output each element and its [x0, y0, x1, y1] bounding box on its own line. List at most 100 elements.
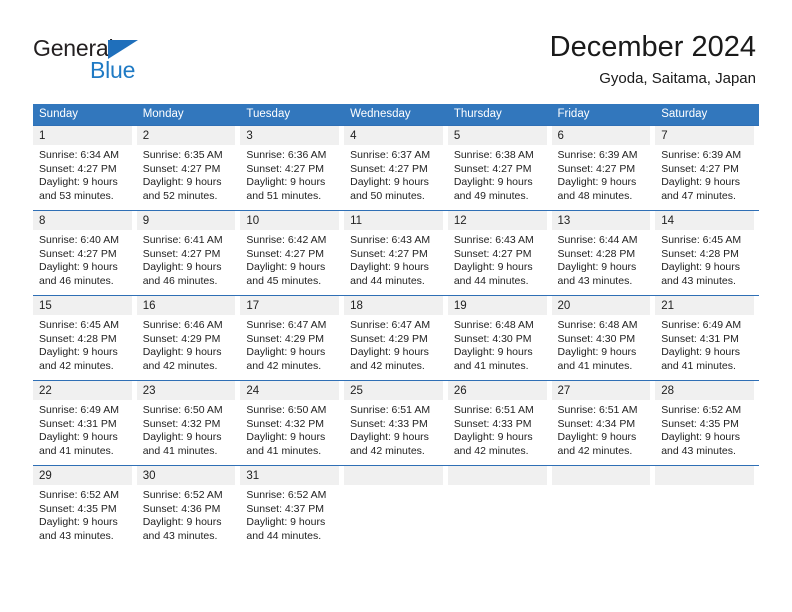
calendar-day-cell[interactable]: 10 Sunrise: 6:42 AM Sunset: 4:27 PM Dayligh… — [240, 210, 345, 296]
calendar-day-cell[interactable]: 14 Sunrise: 6:45 AM Sunset: 4:28 PM Dayligh… — [655, 210, 759, 296]
sunrise-text: Sunrise: 6:50 AM — [246, 404, 327, 416]
calendar-day-cell[interactable]: 28 Sunrise: 6:52 AM Sunset: 4:35 PM Dayligh… — [655, 380, 759, 466]
calendar-day-cell[interactable]: 6 Sunrise: 6:39 AM Sunset: 4:27 PM Daylight… — [551, 125, 656, 211]
day-cell-details: Sunrise: 6:51 AM Sunset: 4:33 PM Daylight:… — [448, 400, 552, 458]
calendar-day-cell[interactable]: 11 Sunrise: 6:43 AM Sunset: 4:27 PM Dayligh… — [344, 210, 448, 296]
daylight-text: Daylight: 9 hours and 41 minutes. — [142, 431, 222, 457]
sunrise-text: Sunrise: 6:39 AM — [661, 149, 742, 161]
day-number — [655, 466, 754, 485]
day-cell-inner — [551, 466, 656, 550]
sunset-text: Sunset: 4:27 PM — [661, 162, 739, 175]
day-cell-inner — [447, 466, 552, 550]
calendar-week-row: 29 Sunrise: 6:52 AM Sunset: 4:35 PM Dayligh… — [33, 465, 759, 550]
sunrise-text: Sunrise: 6:47 AM — [350, 319, 431, 331]
day-cell-details: Sunrise: 6:44 AM Sunset: 4:28 PM Daylight:… — [552, 230, 656, 288]
calendar-day-cell[interactable]: 25 Sunrise: 6:51 AM Sunset: 4:33 PM Dayligh… — [344, 380, 448, 466]
day-number: 10 — [240, 211, 340, 230]
calendar-day-cell[interactable]: 24 Sunrise: 6:50 AM Sunset: 4:32 PM Dayligh… — [240, 380, 345, 466]
day-cell-details: Sunrise: 6:52 AM Sunset: 4:35 PM Daylight:… — [33, 485, 137, 543]
calendar-day-cell[interactable]: 22 Sunrise: 6:49 AM Sunset: 4:31 PM Dayligh… — [33, 380, 137, 466]
calendar-day-cell[interactable]: 2 Sunrise: 6:35 AM Sunset: 4:27 PM Daylight… — [136, 125, 241, 211]
daylight-text: Daylight: 9 hours and 41 minutes. — [246, 431, 326, 457]
calendar-week-row: 8 Sunrise: 6:40 AM Sunset: 4:27 PM Daylight… — [33, 210, 759, 296]
sunrise-text: Sunrise: 6:51 AM — [453, 404, 534, 416]
day-cell-inner: 9 Sunrise: 6:41 AM Sunset: 4:27 PM Daylight… — [136, 211, 241, 295]
daylight-text: Daylight: 9 hours and 43 minutes. — [661, 261, 741, 287]
day-cell-inner: 26 Sunrise: 6:51 AM Sunset: 4:33 PM Dayligh… — [447, 381, 552, 465]
daylight-text: Daylight: 9 hours and 44 minutes. — [246, 516, 326, 542]
calendar-table: Sunday Monday Tuesday Wednesday Thursday Frid… — [33, 104, 759, 550]
day-cell-inner: 21 Sunrise: 6:49 AM Sunset: 4:31 PM Dayligh… — [655, 296, 759, 380]
day-cell-details: Sunrise: 6:43 AM Sunset: 4:27 PM Daylight:… — [344, 230, 448, 288]
day-cell-details: Sunrise: 6:38 AM Sunset: 4:27 PM Daylight:… — [448, 145, 552, 203]
day-number: 8 — [33, 211, 132, 230]
general-blue-logo[interactable]: General Blue — [33, 36, 243, 88]
day-cell-inner: 25 Sunrise: 6:51 AM Sunset: 4:33 PM Dayligh… — [344, 381, 448, 465]
day-cell-details: Sunrise: 6:41 AM Sunset: 4:27 PM Daylight:… — [137, 230, 241, 288]
weekday-header-sunday: Sunday — [33, 104, 137, 126]
calendar-day-cell[interactable]: 7 Sunrise: 6:39 AM Sunset: 4:27 PM Daylight… — [655, 125, 759, 211]
sunset-text: Sunset: 4:32 PM — [142, 417, 221, 430]
weekday-header-saturday: Saturday — [655, 104, 759, 126]
calendar-day-cell[interactable]: 1 Sunrise: 6:34 AM Sunset: 4:27 PM Daylight… — [33, 125, 137, 211]
weekday-header-row: Sunday Monday Tuesday Wednesday Thursday Frid… — [33, 104, 759, 126]
sunrise-text: Sunrise: 6:42 AM — [246, 234, 327, 246]
sunset-text: Sunset: 4:33 PM — [350, 417, 428, 430]
sunset-text: Sunset: 4:34 PM — [557, 417, 636, 430]
calendar-week-row: 15 Sunrise: 6:45 AM Sunset: 4:28 PM Dayligh… — [33, 295, 759, 381]
calendar-day-cell[interactable]: 18 Sunrise: 6:47 AM Sunset: 4:29 PM Dayligh… — [344, 295, 448, 381]
day-cell-inner: 16 Sunrise: 6:46 AM Sunset: 4:29 PM Dayligh… — [136, 296, 241, 380]
day-cell-inner: 1 Sunrise: 6:34 AM Sunset: 4:27 PM Daylight… — [33, 126, 137, 210]
calendar-day-cell[interactable]: 3 Sunrise: 6:36 AM Sunset: 4:27 PM Daylight… — [240, 125, 345, 211]
calendar-day-cell[interactable]: 16 Sunrise: 6:46 AM Sunset: 4:29 PM Dayligh… — [136, 295, 241, 381]
calendar-body: 1 Sunrise: 6:34 AM Sunset: 4:27 PM Daylight… — [33, 125, 759, 550]
day-number: 16 — [136, 296, 236, 315]
daylight-text: Daylight: 9 hours and 42 minutes. — [246, 346, 326, 372]
day-number: 24 — [240, 381, 340, 400]
calendar-day-cell[interactable]: 4 Sunrise: 6:37 AM Sunset: 4:27 PM Daylight… — [344, 125, 448, 211]
day-cell-details — [448, 485, 552, 489]
calendar-day-cell[interactable]: 30 Sunrise: 6:52 AM Sunset: 4:36 PM Dayligh… — [136, 465, 241, 550]
day-cell-inner: 10 Sunrise: 6:42 AM Sunset: 4:27 PM Dayligh… — [240, 211, 344, 295]
day-number: 4 — [344, 126, 443, 145]
calendar-day-cell[interactable]: 19 Sunrise: 6:48 AM Sunset: 4:30 PM Dayligh… — [447, 295, 552, 381]
calendar-day-cell[interactable]: 26 Sunrise: 6:51 AM Sunset: 4:33 PM Dayligh… — [447, 380, 552, 466]
daylight-text: Daylight: 9 hours and 42 minutes. — [39, 346, 118, 372]
calendar-day-cell[interactable]: 12 Sunrise: 6:43 AM Sunset: 4:27 PM Dayligh… — [447, 210, 552, 296]
calendar-day-cell[interactable]: 23 Sunrise: 6:50 AM Sunset: 4:32 PM Dayligh… — [136, 380, 241, 466]
day-number: 7 — [655, 126, 754, 145]
weekday-header-tuesday: Tuesday — [240, 104, 345, 126]
daylight-text: Daylight: 9 hours and 42 minutes. — [350, 346, 429, 372]
day-number — [447, 466, 547, 485]
sunset-text: Sunset: 4:27 PM — [453, 162, 532, 175]
daylight-text: Daylight: 9 hours and 42 minutes. — [557, 431, 637, 457]
sunrise-text: Sunrise: 6:48 AM — [557, 319, 638, 331]
calendar-day-cell[interactable]: 17 Sunrise: 6:47 AM Sunset: 4:29 PM Dayligh… — [240, 295, 345, 381]
calendar-day-cell[interactable]: 29 Sunrise: 6:52 AM Sunset: 4:35 PM Dayligh… — [33, 465, 137, 550]
calendar-day-cell[interactable]: 13 Sunrise: 6:44 AM Sunset: 4:28 PM Dayligh… — [551, 210, 656, 296]
day-cell-inner: 18 Sunrise: 6:47 AM Sunset: 4:29 PM Dayligh… — [344, 296, 448, 380]
day-cell-inner: 5 Sunrise: 6:38 AM Sunset: 4:27 PM Daylight… — [447, 126, 552, 210]
calendar-day-cell[interactable]: 15 Sunrise: 6:45 AM Sunset: 4:28 PM Dayligh… — [33, 295, 137, 381]
calendar-day-cell[interactable]: 20 Sunrise: 6:48 AM Sunset: 4:30 PM Dayligh… — [551, 295, 656, 381]
calendar-day-cell[interactable]: 5 Sunrise: 6:38 AM Sunset: 4:27 PM Daylight… — [447, 125, 552, 211]
day-cell-details: Sunrise: 6:50 AM Sunset: 4:32 PM Daylight:… — [137, 400, 241, 458]
day-number — [344, 466, 443, 485]
calendar-day-cell[interactable]: 9 Sunrise: 6:41 AM Sunset: 4:27 PM Daylight… — [136, 210, 241, 296]
sunrise-text: Sunrise: 6:46 AM — [142, 319, 223, 331]
day-cell-details: Sunrise: 6:40 AM Sunset: 4:27 PM Daylight:… — [33, 230, 137, 288]
daylight-text: Daylight: 9 hours and 43 minutes. — [39, 516, 118, 542]
day-cell-inner: 8 Sunrise: 6:40 AM Sunset: 4:27 PM Daylight… — [33, 211, 137, 295]
calendar-day-cell[interactable]: 27 Sunrise: 6:51 AM Sunset: 4:34 PM Dayligh… — [551, 380, 656, 466]
calendar-day-cell[interactable]: 31 Sunrise: 6:52 AM Sunset: 4:37 PM Dayligh… — [240, 465, 345, 550]
day-cell-inner: 17 Sunrise: 6:47 AM Sunset: 4:29 PM Dayligh… — [240, 296, 344, 380]
daylight-text: Daylight: 9 hours and 43 minutes. — [142, 516, 222, 542]
sunrise-text: Sunrise: 6:45 AM — [661, 234, 742, 246]
daylight-text: Daylight: 9 hours and 44 minutes. — [453, 261, 533, 287]
sunrise-text: Sunrise: 6:39 AM — [557, 149, 638, 161]
calendar-day-cell[interactable]: 8 Sunrise: 6:40 AM Sunset: 4:27 PM Daylight… — [33, 210, 137, 296]
sunrise-text: Sunrise: 6:51 AM — [557, 404, 638, 416]
sunset-text: Sunset: 4:36 PM — [142, 502, 221, 515]
calendar-day-cell[interactable]: 21 Sunrise: 6:49 AM Sunset: 4:31 PM Dayligh… — [655, 295, 759, 381]
calendar-header-row: Sunday Monday Tuesday Wednesday Thursday Frid… — [33, 104, 759, 126]
